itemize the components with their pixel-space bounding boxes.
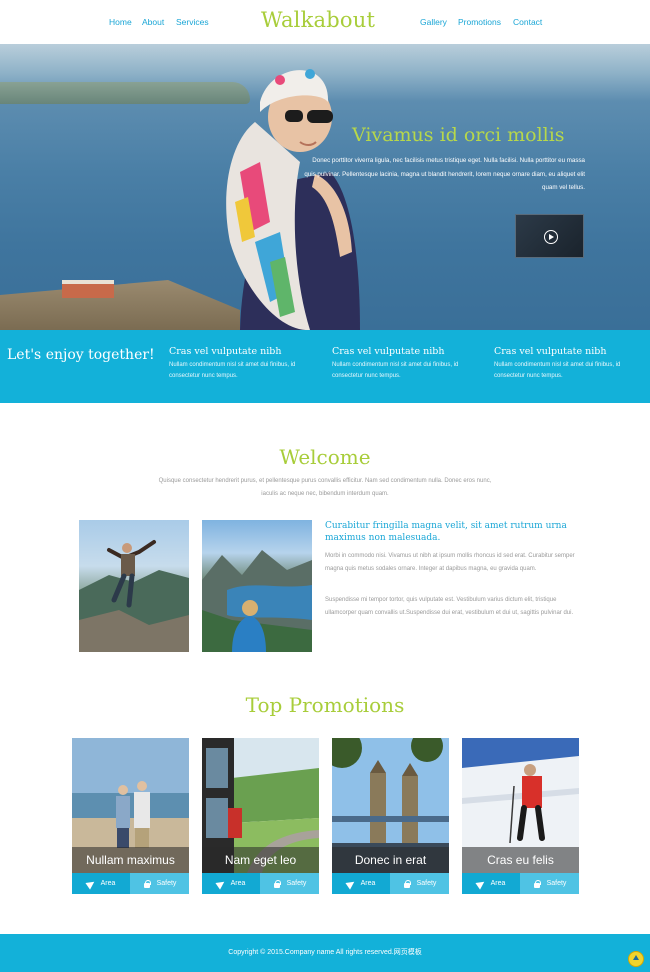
promo-card[interactable]: Nam eget leo Area Safety — [202, 738, 319, 894]
safety-button[interactable]: Safety — [130, 873, 189, 894]
welcome-photo-jumping — [79, 520, 189, 652]
area-label: Area — [230, 880, 246, 887]
safety-label: Safety — [286, 880, 307, 887]
hero-pier-building — [62, 280, 114, 298]
safety-button[interactable]: Safety — [520, 873, 579, 894]
promo-card[interactable]: Donec in erat Area Safety — [332, 738, 449, 894]
promo-caption: Nullam maximus — [72, 847, 189, 873]
plane-icon — [87, 880, 95, 888]
plane-icon — [477, 880, 485, 888]
nav-promotions[interactable]: Promotions — [458, 17, 501, 27]
band-column-text: Nullam condimentum nisl sit amet dui fin… — [494, 362, 621, 379]
arrow-up-icon[interactable] — [628, 951, 644, 967]
lock-icon — [273, 879, 281, 888]
hero-banner: Vivamus id orci mollis Donec porttitor v… — [0, 44, 650, 330]
nav-services[interactable]: Services — [176, 17, 209, 27]
band-column: Cras vel vulputate nibh Nullam condiment… — [332, 346, 487, 382]
safety-label: Safety — [416, 880, 437, 887]
area-button[interactable]: Area — [202, 873, 260, 894]
nav-gallery[interactable]: Gallery — [420, 17, 447, 27]
band-column-heading: Cras vel vulputate nibh — [332, 346, 445, 357]
plane-icon — [217, 880, 225, 888]
lock-icon — [143, 879, 151, 888]
promo-card[interactable]: Nullam maximus Area Safety — [72, 738, 189, 894]
area-label: Area — [490, 880, 506, 887]
lock-icon — [533, 879, 541, 888]
site-logo[interactable]: Walkabout — [261, 8, 375, 32]
welcome-heading: Curabitur fringilla magna velit, sit ame… — [325, 521, 567, 543]
area-button[interactable]: Area — [462, 873, 520, 894]
safety-label: Safety — [546, 880, 567, 887]
hero-woman-image — [226, 69, 360, 330]
band-column: Cras vel vulputate nibh Nullam condiment… — [169, 346, 324, 382]
welcome-paragraph: Morbi in commodo nisi. Vivamus ut nibh a… — [325, 553, 575, 572]
band-column-text: Nullam condimentum nisl sit amet dui fin… — [169, 362, 296, 379]
welcome-photo-lake — [202, 520, 312, 652]
safety-button[interactable]: Safety — [390, 873, 449, 894]
safety-button[interactable]: Safety — [260, 873, 319, 894]
welcome-subtitle: Quisque consectetur hendrerit purus, et … — [158, 478, 492, 497]
nav-home[interactable]: Home — [109, 17, 132, 27]
area-button[interactable]: Area — [332, 873, 390, 894]
band-title: Let's enjoy together! — [7, 347, 155, 363]
band-column-text: Nullam condimentum nisl sit amet dui fin… — [332, 362, 459, 379]
plane-icon — [347, 880, 355, 888]
band-column: Cras vel vulputate nibh Nullam condiment… — [494, 346, 649, 382]
area-button[interactable]: Area — [72, 873, 130, 894]
site-header: Home About Services Walkabout Gallery Pr… — [0, 0, 650, 44]
promo-card[interactable]: Cras eu felis Area Safety — [462, 738, 579, 894]
video-thumbnail[interactable] — [515, 214, 584, 258]
hero-text: Donec porttitor viverra ligula, nec faci… — [304, 157, 585, 191]
band-column-heading: Cras vel vulputate nibh — [169, 346, 282, 357]
band-column-heading: Cras vel vulputate nibh — [494, 346, 607, 357]
area-label: Area — [360, 880, 376, 887]
welcome-paragraph: Suspendisse mi tempor tortor, quis vulpu… — [325, 597, 574, 616]
safety-label: Safety — [156, 880, 177, 887]
copyright-text: Copyright © 2015.Company name All rights… — [228, 949, 422, 956]
promo-caption: Donec in erat — [332, 847, 449, 873]
nav-about[interactable]: About — [142, 17, 164, 27]
welcome-title: Welcome — [279, 445, 371, 469]
promo-caption: Nam eget leo — [202, 847, 319, 873]
lock-icon — [403, 879, 411, 888]
area-label: Area — [100, 880, 116, 887]
play-icon[interactable] — [544, 230, 558, 244]
hero-title: Vivamus id orci mollis — [352, 124, 565, 146]
feature-band: Let's enjoy together! Cras vel vulputate… — [0, 330, 650, 403]
promo-caption: Cras eu felis — [462, 847, 579, 873]
nav-contact[interactable]: Contact — [513, 17, 542, 27]
promotions-title: Top Promotions — [245, 693, 405, 717]
site-footer: Copyright © 2015.Company name All rights… — [0, 934, 650, 972]
